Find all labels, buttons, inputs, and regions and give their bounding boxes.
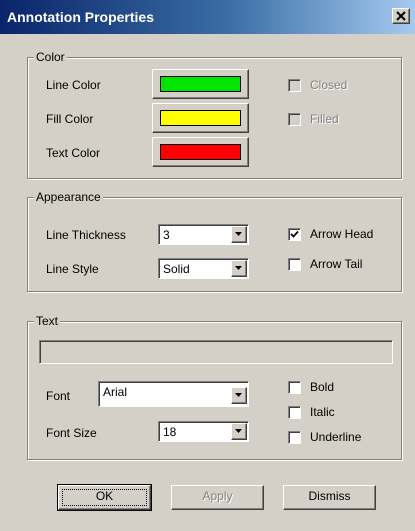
appearance-group: Appearance Line Thickness 3 Line Style S…	[27, 190, 402, 292]
annotation-properties-dialog: Annotation Properties Color Line Color F…	[0, 0, 415, 531]
font-label: Font	[46, 389, 71, 403]
font-value: Arial	[103, 385, 128, 399]
line-thickness-select[interactable]: 3	[158, 224, 249, 245]
text-group: Text Font Arial Font Size 18 Bold Italic…	[27, 314, 402, 460]
arrow-tail-checkbox[interactable]	[288, 258, 301, 271]
font-size-value: 18	[163, 425, 177, 439]
dismiss-button-label: Dismiss	[308, 489, 351, 503]
arrow-head-checkbox[interactable]	[288, 228, 301, 241]
closed-checkbox[interactable]	[288, 79, 301, 92]
font-dropdown-button[interactable]	[231, 387, 247, 404]
arrow-tail-label: Arrow Tail	[310, 257, 363, 271]
apply-button[interactable]: Apply	[171, 485, 264, 510]
fill-color-button[interactable]	[152, 103, 249, 133]
ok-button[interactable]: OK	[57, 484, 152, 511]
color-group-legend: Color	[34, 50, 67, 64]
chevron-down-icon	[235, 266, 242, 270]
font-size-label: Font Size	[46, 426, 97, 440]
filled-label: Filled	[310, 112, 339, 126]
line-thickness-label: Line Thickness	[46, 228, 126, 242]
italic-label: Italic	[310, 405, 335, 419]
text-color-button[interactable]	[152, 137, 249, 167]
bold-checkbox[interactable]	[288, 381, 301, 394]
bold-label: Bold	[310, 380, 335, 394]
arrow-head-label: Arrow Head	[310, 227, 374, 241]
line-thickness-value: 3	[163, 228, 170, 242]
line-color-label: Line Color	[46, 78, 101, 92]
font-size-select[interactable]: 18	[158, 421, 249, 442]
text-color-swatch	[160, 144, 241, 160]
line-style-value: Solid	[163, 262, 190, 276]
line-style-label: Line Style	[46, 262, 99, 276]
underline-label: Underline	[310, 430, 362, 444]
chevron-down-icon	[235, 232, 242, 236]
closed-label: Closed	[310, 78, 348, 92]
focus-rect	[62, 489, 147, 506]
fill-color-swatch	[160, 110, 241, 126]
fill-color-label: Fill Color	[46, 112, 94, 126]
close-button[interactable]	[392, 8, 410, 24]
color-group: Color Line Color Fill Color Text Color C…	[27, 50, 402, 179]
line-style-dropdown-button[interactable]	[231, 260, 247, 277]
line-color-swatch	[160, 76, 241, 92]
annotation-text-field[interactable]	[39, 340, 393, 364]
chevron-down-icon	[235, 393, 242, 397]
font-size-dropdown-button[interactable]	[231, 423, 247, 440]
text-color-label: Text Color	[46, 146, 101, 160]
line-style-select[interactable]: Solid	[158, 258, 249, 279]
font-select[interactable]: Arial	[98, 381, 249, 407]
italic-checkbox[interactable]	[288, 406, 301, 419]
filled-checkbox[interactable]	[288, 113, 301, 126]
line-thickness-dropdown-button[interactable]	[231, 226, 247, 243]
title-bar[interactable]: Annotation Properties	[0, 0, 415, 34]
line-color-button[interactable]	[152, 69, 249, 99]
checkmark-icon	[290, 230, 299, 238]
apply-button-label: Apply	[202, 489, 233, 503]
text-group-legend: Text	[34, 314, 61, 328]
appearance-group-legend: Appearance	[34, 190, 103, 204]
dismiss-button[interactable]: Dismiss	[283, 485, 376, 510]
close-icon	[396, 11, 406, 21]
underline-checkbox[interactable]	[288, 431, 301, 444]
window-title: Annotation Properties	[7, 9, 155, 25]
chevron-down-icon	[235, 429, 242, 433]
